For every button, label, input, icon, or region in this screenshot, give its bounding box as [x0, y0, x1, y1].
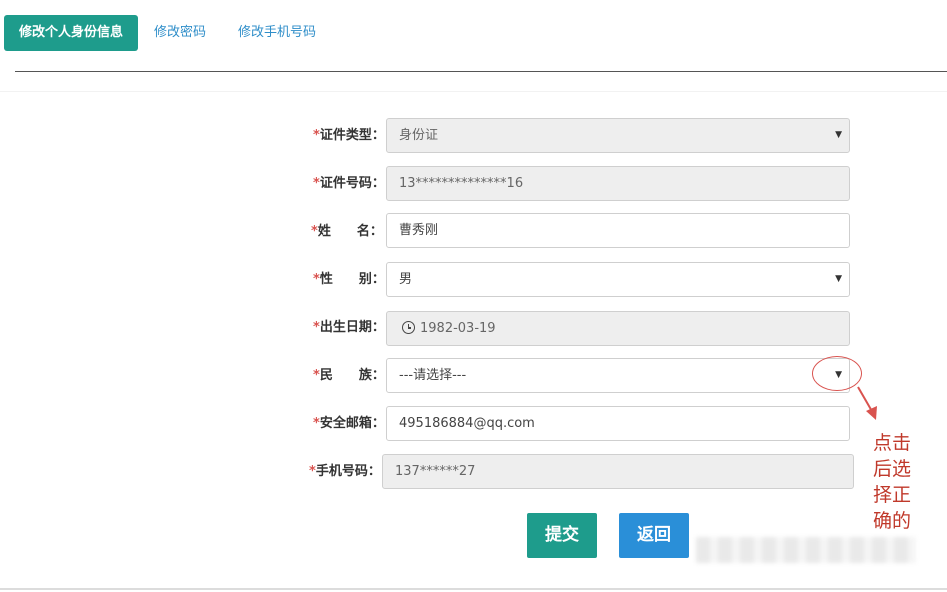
- tab-divider: [15, 71, 947, 72]
- arrow-down-icon: [857, 386, 877, 420]
- required-mark: *: [313, 368, 320, 383]
- birth-date-value: 1982-03-19: [420, 321, 496, 336]
- phone-label: *手机号码：: [309, 464, 381, 479]
- birth-date-field[interactable]: 1982-03-19: [386, 311, 850, 346]
- id-number-label: *证件号码：: [313, 176, 385, 191]
- ethnicity-label: *民 族：: [313, 368, 385, 383]
- annotation-text: 点击后选择正确的: [873, 432, 912, 532]
- id-type-select[interactable]: 身份证 ▼: [386, 118, 850, 153]
- submit-button[interactable]: 提交: [527, 513, 597, 558]
- name-value: 曹秀刚: [399, 223, 439, 238]
- email-label: *安全邮箱：: [313, 416, 385, 431]
- tab-change-phone[interactable]: 修改手机号码: [238, 15, 316, 51]
- tab-change-password[interactable]: 修改密码: [154, 15, 206, 51]
- name-label: *姓 名：: [311, 224, 383, 239]
- id-number-field[interactable]: 13**************16: [386, 166, 850, 201]
- phone-value: 137******27: [395, 464, 476, 479]
- phone-field[interactable]: 137******27: [382, 454, 854, 489]
- gender-label: *性 别：: [313, 272, 385, 287]
- id-type-label: *证件类型：: [313, 128, 385, 143]
- ethnicity-select[interactable]: ---请选择--- ▼: [386, 358, 850, 393]
- required-mark: *: [313, 416, 320, 431]
- required-mark: *: [309, 464, 316, 479]
- email-value: 495186884@qq.com: [399, 416, 535, 431]
- page-bottom-border: [0, 588, 947, 590]
- required-mark: *: [311, 224, 318, 239]
- section-divider: [0, 91, 947, 92]
- tab-bar: 修改个人身份信息 修改密码 修改手机号码: [0, 0, 947, 92]
- email-field[interactable]: 495186884@qq.com: [386, 406, 850, 441]
- id-number-value: 13**************16: [399, 176, 524, 191]
- ethnicity-value: ---请选择---: [399, 368, 467, 383]
- gender-value: 男: [399, 272, 413, 287]
- required-mark: *: [313, 272, 320, 287]
- required-mark: *: [313, 128, 320, 143]
- tab-edit-identity[interactable]: 修改个人身份信息: [4, 15, 138, 51]
- required-mark: *: [313, 176, 320, 191]
- name-field[interactable]: 曹秀刚: [386, 213, 850, 248]
- required-mark: *: [313, 320, 320, 335]
- birth-date-label: *出生日期：: [313, 320, 385, 335]
- caret-down-icon: ▼: [835, 274, 842, 284]
- back-button[interactable]: 返回: [619, 513, 689, 558]
- watermark: [696, 537, 916, 563]
- gender-select[interactable]: 男 ▼: [386, 262, 850, 297]
- caret-down-icon: ▼: [835, 130, 842, 140]
- id-type-value: 身份证: [399, 128, 439, 143]
- clock-icon: [402, 321, 415, 334]
